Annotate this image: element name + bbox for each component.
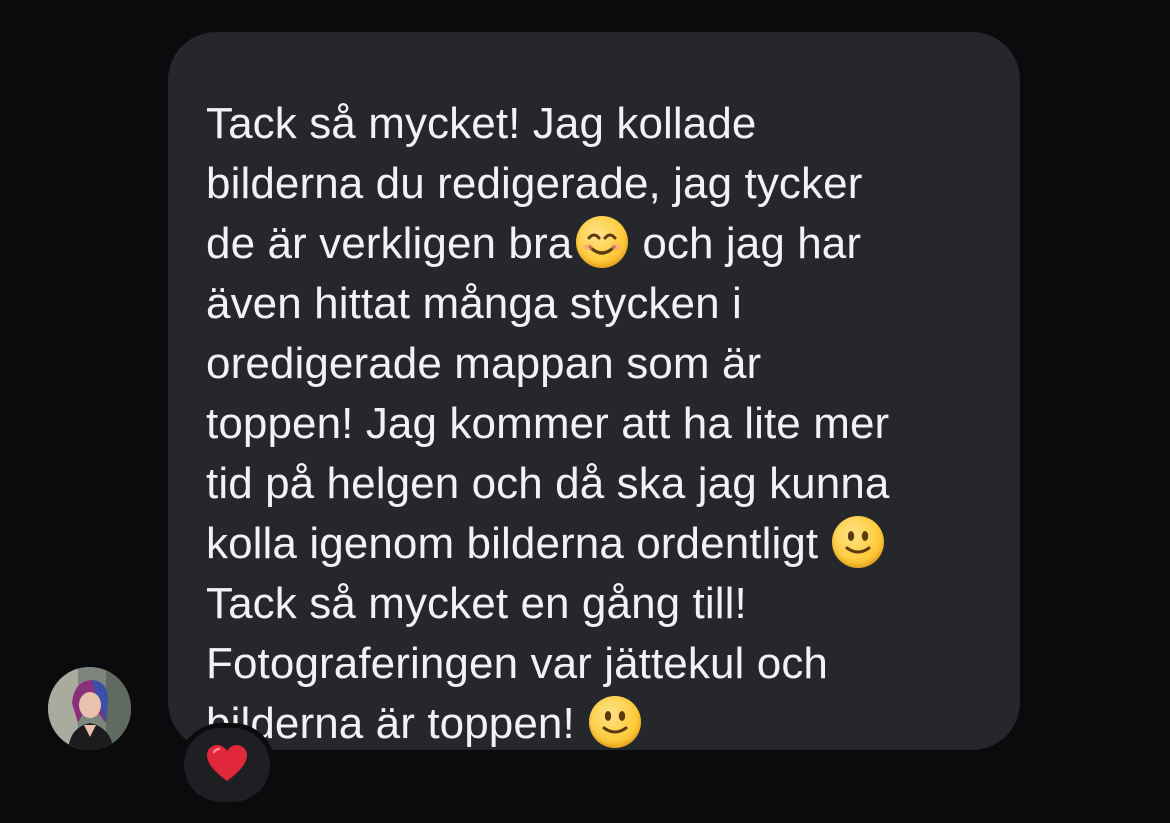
message-line: Tack så mycket! Jag kollade: [206, 99, 757, 148]
message-line: bilderna är toppen!: [206, 694, 1020, 754]
message-line-part: kolla igenom bilderna ordentligt: [206, 519, 819, 568]
message-line: tid på helgen och då ska jag kunna: [206, 459, 890, 508]
smiling-face-with-smiling-eyes-icon: [576, 216, 629, 268]
message-line: kolla igenom bilderna ordentligt: [206, 514, 1020, 574]
red-heart-icon: [205, 743, 249, 788]
message-line: de är verkligen bra och jag har: [206, 214, 1020, 274]
message-line: oredigerade mappan som är: [206, 339, 762, 388]
message-line: Fotograferingen var jättekul och: [206, 639, 828, 688]
message-text: Tack så mycket! Jag kollade bilderna du …: [206, 94, 1020, 754]
slightly-smiling-face-icon: [588, 696, 641, 748]
message-line: även hittat många stycken i: [206, 279, 742, 328]
slightly-smiling-face-icon: [832, 516, 885, 568]
reaction-badge[interactable]: [184, 728, 270, 802]
message-line: toppen! Jag kommer att ha lite mer: [206, 399, 890, 448]
message-line: Tack så mycket en gång till!: [206, 579, 747, 628]
message-bubble[interactable]: Tack så mycket! Jag kollade bilderna du …: [168, 32, 1020, 750]
sender-avatar[interactable]: [48, 667, 131, 750]
message-line-part: de är verkligen bra: [206, 219, 573, 268]
message-line: bilderna du redigerade, jag tycker: [206, 159, 863, 208]
chat-view: Tack så mycket! Jag kollade bilderna du …: [0, 0, 1170, 823]
message-line-part: och jag har: [642, 219, 862, 268]
